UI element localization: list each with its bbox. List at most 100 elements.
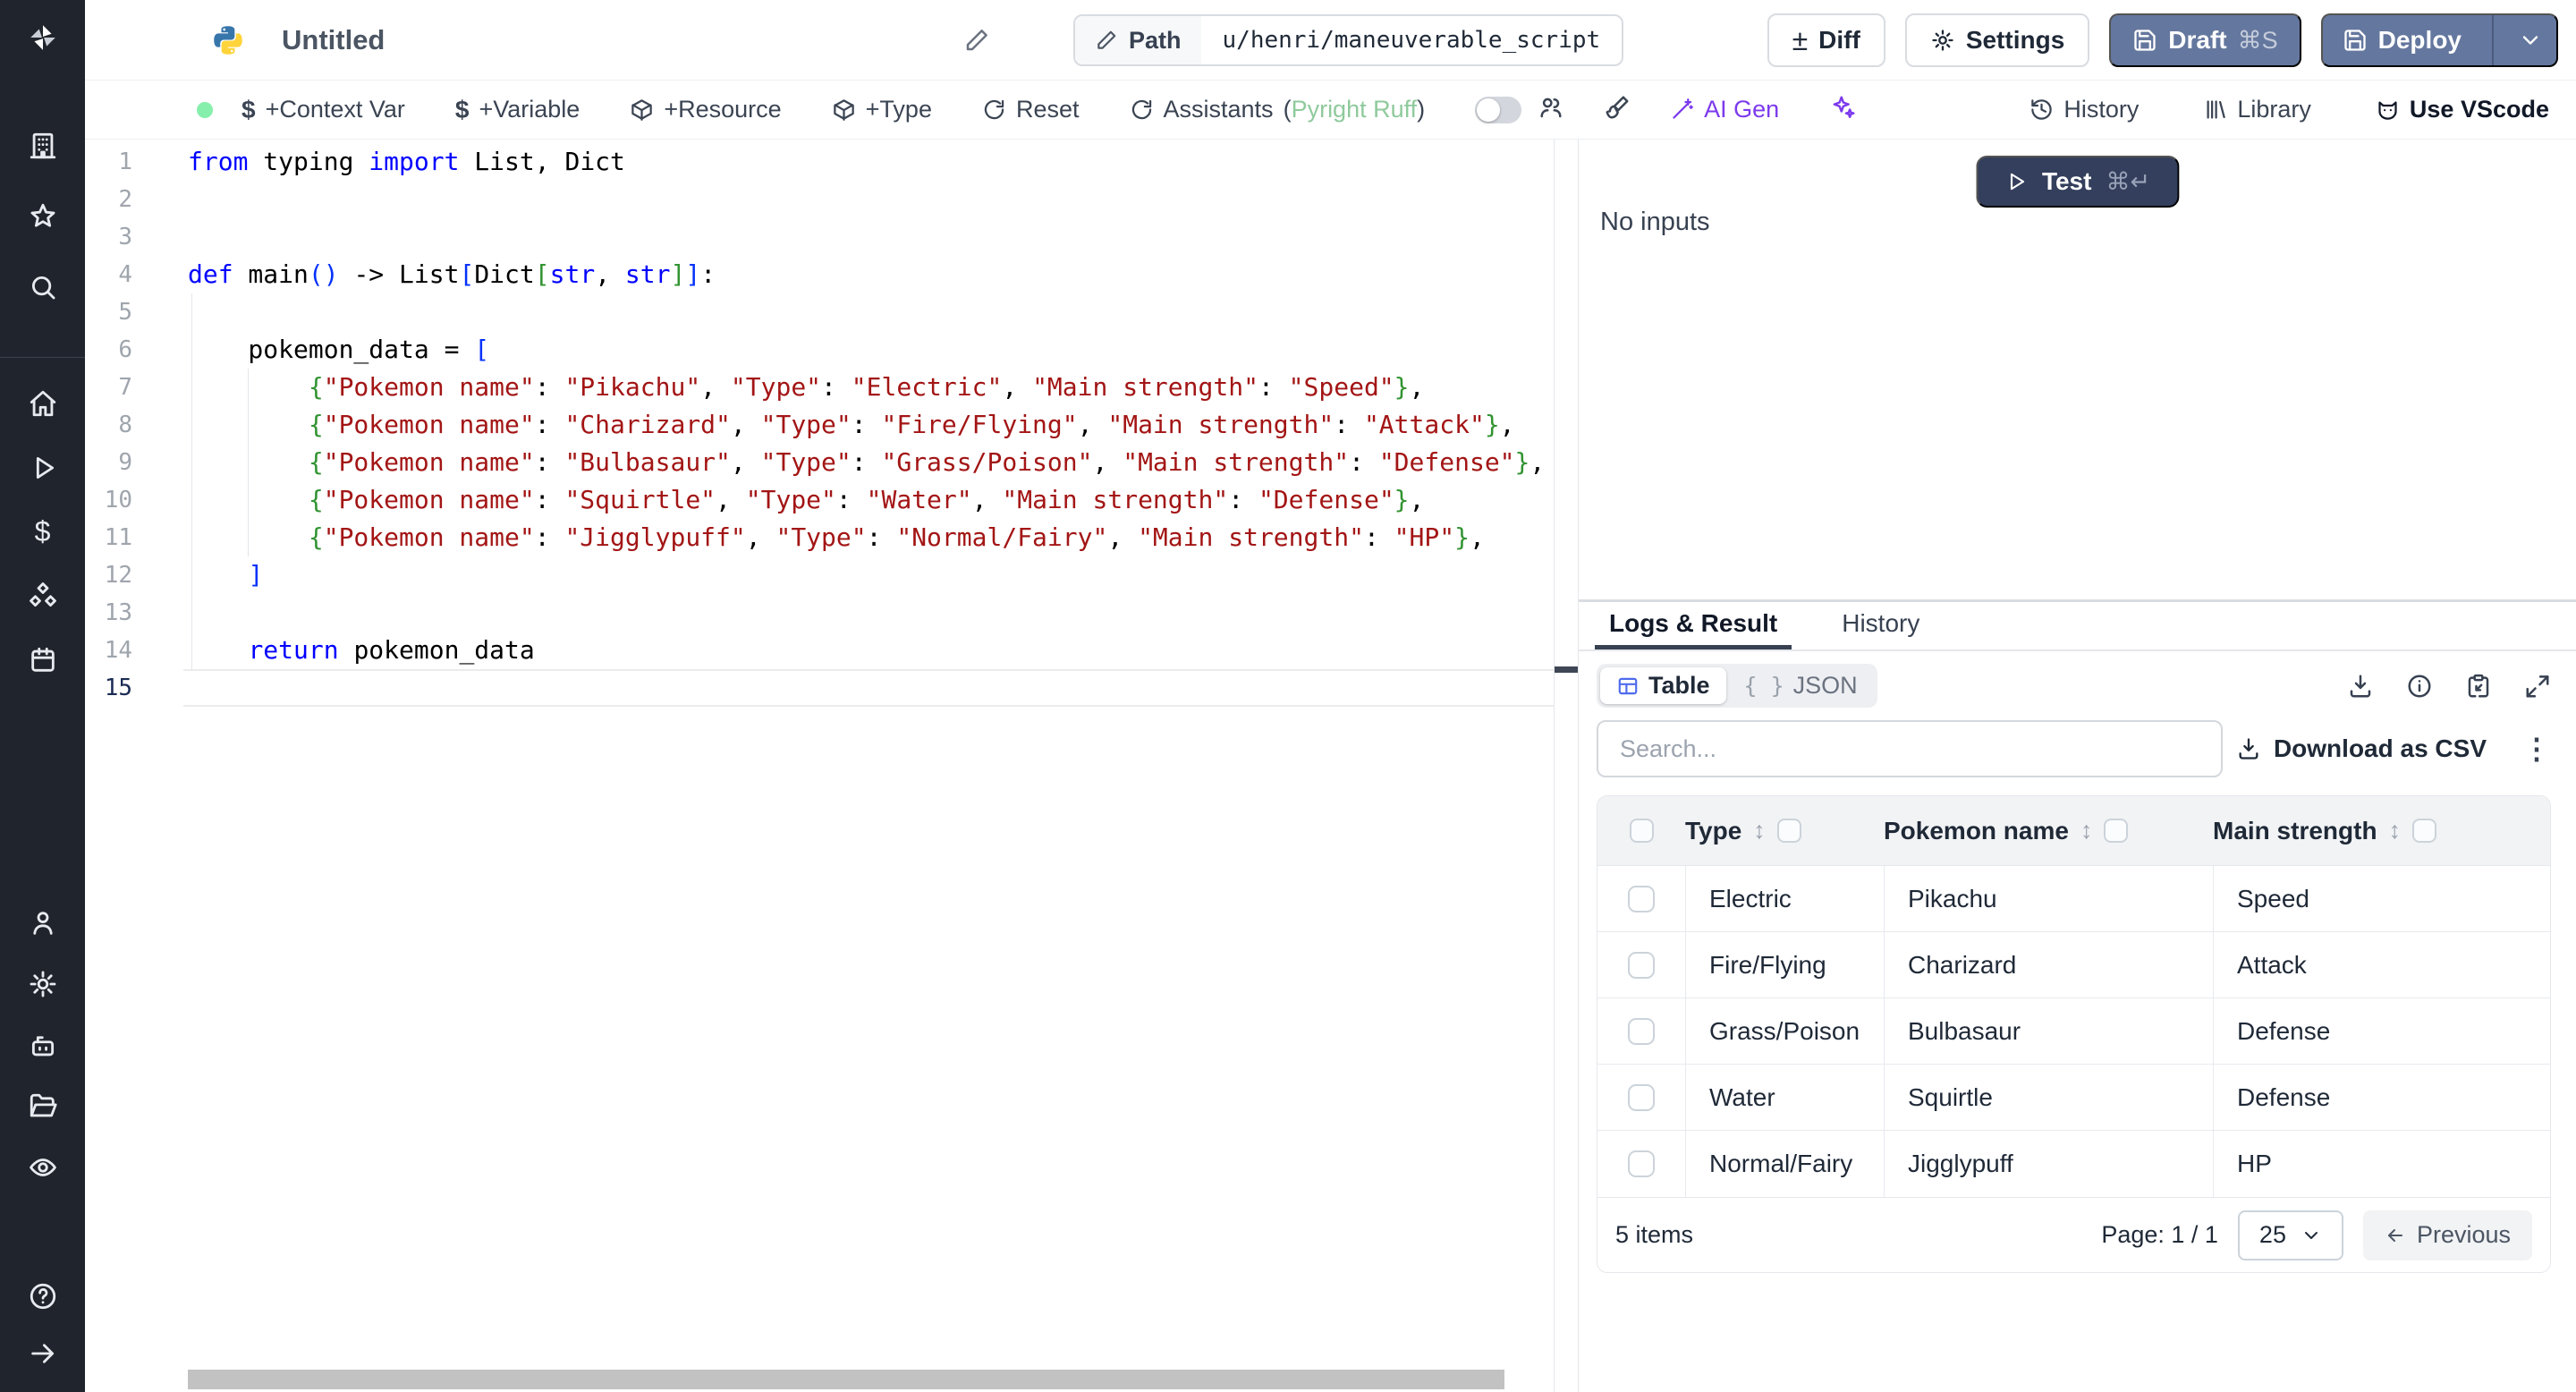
column-checkbox[interactable] [2104,819,2129,843]
help-icon[interactable] [27,1280,59,1312]
history-button[interactable]: History [2029,96,2139,123]
row-checkbox[interactable] [1628,885,1655,912]
search-icon[interactable] [27,271,59,303]
ai-sparkles-icon[interactable] [1829,94,1856,125]
add-variable-button[interactable]: $ +Variable [455,96,580,124]
code-line[interactable]: from typing import List, Dict [188,143,1545,181]
tab-logs-result[interactable]: Logs & Result [1595,602,1792,649]
splitter-handle[interactable] [1555,666,1578,673]
code-line[interactable]: {"Pokemon name": "Squirtle", "Type": "Wa… [188,481,1545,519]
download-csv-button[interactable]: Download as CSV [2236,734,2487,763]
tab-history[interactable]: History [1827,602,1934,649]
row-checkbox[interactable] [1628,951,1655,979]
previous-page-button[interactable]: Previous [2362,1210,2532,1260]
line-number: 6 [118,336,132,363]
code-line[interactable]: ] [188,556,1545,594]
ai-gen-button[interactable]: AI Gen [1670,96,1779,123]
variables-dollar-icon[interactable]: $ [27,515,59,547]
script-path-widget[interactable]: Path u/henri/maneuverable_script [1073,14,1624,66]
users-person-icon[interactable] [27,907,59,939]
column-header-main-strength[interactable]: Main strength ↕ [2213,817,2550,845]
page-size-select[interactable]: 25 [2237,1210,2343,1260]
sort-icon[interactable]: ↕ [2389,817,2402,845]
code-line[interactable] [188,669,1545,707]
code-line[interactable]: return pokemon_data [188,632,1545,669]
code-editor[interactable]: 1 2 3 4 5 6 7 8 9 10 11 12 13 14 15 from typing import… [85,140,1554,1392]
code-line[interactable]: pokemon_data = [ [188,331,1545,369]
test-button[interactable]: Test ⌘↵ [1975,156,2180,208]
deploy-button[interactable]: Deploy [2320,13,2558,67]
code-line[interactable]: {"Pokemon name": "Charizard", "Type": "F… [188,406,1545,444]
more-options-kebab-icon[interactable]: ⋮ [2522,734,2551,763]
table-row: Normal/Fairy Jigglypuff HP [1597,1131,2550,1197]
favorites-star-icon[interactable] [27,200,59,233]
code-line[interactable]: {"Pokemon name": "Bulbasaur", "Type": "G… [188,444,1545,481]
draft-button[interactable]: Draft ⌘S [2109,13,2301,67]
row-checkbox[interactable] [1628,1083,1655,1111]
expand-icon[interactable] [2524,673,2551,700]
row-checkbox[interactable] [1628,1017,1655,1045]
save-icon [2134,30,2156,51]
add-context-var-button[interactable]: $ +Context Var [242,96,405,124]
home-icon[interactable] [27,387,59,420]
multiplayer-toggle[interactable] [1475,96,1522,123]
row-checkbox[interactable] [1628,1150,1655,1177]
column-checkbox[interactable] [1776,819,1801,843]
rename-pencil-icon[interactable] [963,27,990,54]
info-icon[interactable] [2406,673,2433,700]
windmill-logo-icon[interactable] [27,21,59,54]
view-table-button[interactable]: Table [1600,667,1726,704]
table-cell: Squirtle [1884,1065,2213,1130]
settings-gear-icon[interactable] [27,968,59,1000]
assistants-button[interactable]: Assistants (Pyright Ruff) [1130,96,1425,123]
history-clock-icon [2031,99,2053,120]
table-cell: Water [1685,1065,1884,1130]
code-line[interactable] [188,594,1545,632]
deploy-dropdown-toggle[interactable] [2504,15,2556,65]
expand-sidebar-arrow-icon[interactable] [27,1337,59,1370]
resources-boxes-icon[interactable] [27,580,59,612]
library-button[interactable]: Library [2203,96,2311,123]
code-line[interactable] [188,218,1545,256]
table-cell: Electric [1685,866,1884,931]
diff-button[interactable]: ± Diff [1767,13,1885,67]
column-header-pokemon-name[interactable]: Pokemon name ↕ [1884,817,2213,845]
folders-icon[interactable] [27,1091,59,1123]
add-resource-button[interactable]: +Resource [630,96,782,123]
sort-icon[interactable]: ↕ [1753,817,1766,845]
settings-button[interactable]: Settings [1904,13,2090,67]
result-search-input[interactable] [1597,720,2223,777]
runs-play-icon[interactable] [27,452,59,484]
reset-button[interactable]: Reset [982,96,1080,123]
workspace-building-icon[interactable] [27,130,59,162]
copy-clipboard-icon[interactable] [2465,673,2492,700]
code-line[interactable]: def main() -> List[Dict[str, str]]: [188,256,1545,293]
dollar-icon: $ [454,95,470,123]
code-line[interactable]: {"Pokemon name": "Pikachu", "Type": "Ele… [188,369,1545,406]
schedules-calendar-icon[interactable] [27,644,59,676]
table-header-row: Type ↕ Pokemon name ↕ Main strength ↕ [1597,796,2550,866]
use-vscode-button[interactable]: Use VScode [2376,96,2549,123]
path-label: Path [1129,26,1182,54]
arrow-left-icon [2387,1228,2402,1242]
column-header-type[interactable]: Type ↕ [1685,817,1884,845]
code-line[interactable]: {"Pokemon name": "Jigglypuff", "Type": "… [188,519,1545,556]
gutter: 1 2 3 4 5 6 7 8 9 10 11 12 13 14 15 [85,143,132,707]
result-table: Type ↕ Pokemon name ↕ Main strength ↕ El… [1597,795,2551,1273]
select-all-checkbox[interactable] [1629,819,1654,843]
panel-splitter[interactable] [1554,140,1579,1392]
draft-label: Draft [2168,26,2227,54]
path-value[interactable]: u/henri/maneuverable_script [1201,16,1623,64]
code-line[interactable] [188,293,1545,331]
view-json-button[interactable]: { } JSON [1728,667,1874,704]
audit-logs-eye-icon[interactable] [27,1151,59,1184]
format-brush-icon[interactable] [1604,94,1631,125]
add-type-button[interactable]: +Type [832,96,932,123]
column-checkbox[interactable] [2412,819,2437,843]
sort-icon[interactable]: ↕ [2080,817,2093,845]
horizontal-scrollbar[interactable] [188,1370,1504,1389]
code-line[interactable] [188,181,1545,218]
download-icon[interactable] [2347,673,2374,700]
workers-robot-icon[interactable] [27,1030,59,1062]
multiplayer-users-icon[interactable] [1538,94,1564,125]
